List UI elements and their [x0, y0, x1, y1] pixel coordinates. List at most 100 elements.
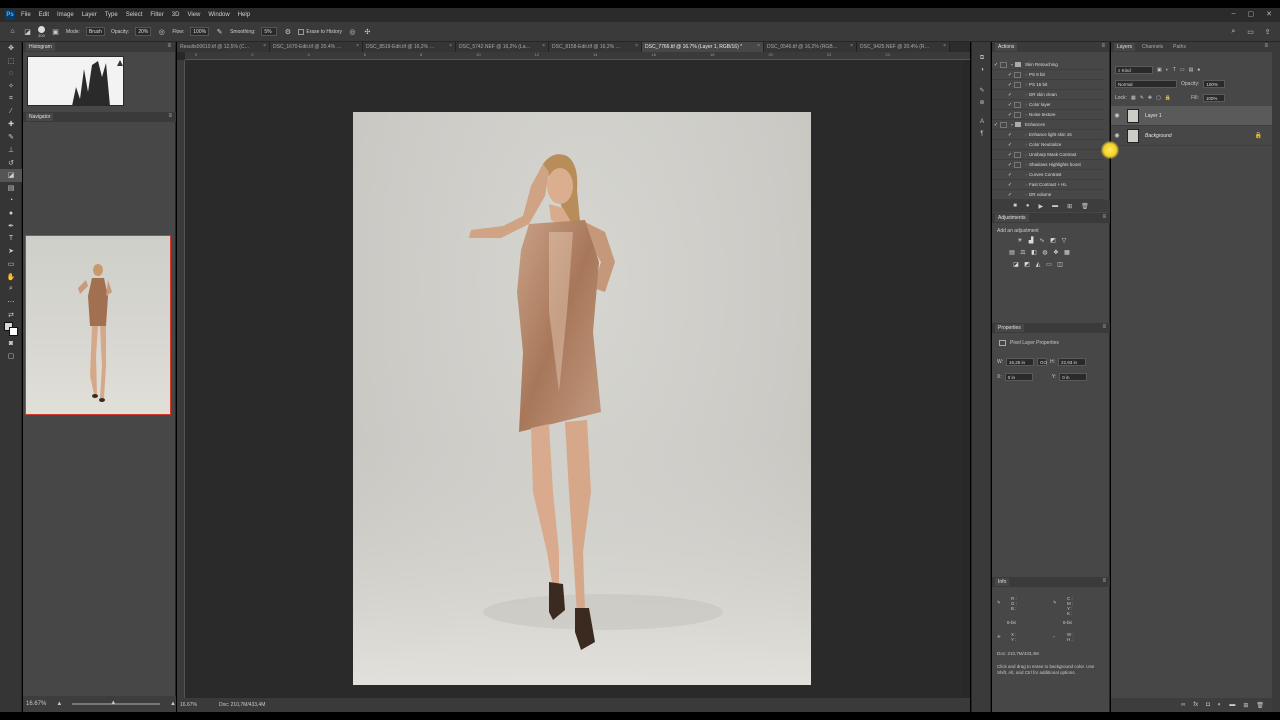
layer-row-background[interactable]: ◉ Background 🔒 [1111, 126, 1272, 146]
action-row[interactable]: ✓ › Fast Contrast + HL [992, 180, 1104, 190]
actions-menu-icon[interactable]: ≡ [1101, 43, 1105, 49]
erase-to-history-checkbox[interactable]: Erase to History [298, 28, 342, 35]
document-tab[interactable]: DSC_0546.tif @ 16,2% (RGB… × [764, 42, 857, 52]
fx-icon[interactable]: fx [1193, 702, 1198, 708]
navigator-zoom-slider[interactable]: ▲ [72, 700, 161, 706]
stop-icon[interactable]: ■ [1013, 203, 1017, 209]
filter-adjustment-icon[interactable]: ◐ [1166, 67, 1169, 73]
lock-position-icon[interactable]: ✥ [1148, 95, 1152, 101]
document-tab[interactable]: DSC_8519-Edit.tif @ 16,2% … × [363, 42, 456, 52]
color-lookup-icon[interactable]: ▦ [1063, 248, 1071, 256]
tab-layers[interactable]: Layers [1114, 43, 1136, 51]
brush-panel-icon[interactable]: ✎ [972, 84, 992, 96]
zoom-out-icon[interactable]: ▲ [56, 701, 62, 707]
minimize-button[interactable]: – [1232, 10, 1236, 18]
action-row[interactable]: ✓ › Color Neutralize [992, 140, 1104, 150]
gradient-tool-icon[interactable]: ▤ [0, 182, 22, 195]
new-layer-icon[interactable]: ⊞ [1243, 702, 1248, 709]
add-mask-icon[interactable]: ◘ [1206, 702, 1210, 708]
document-tab[interactable]: DSC_9425.NEF @ 20.4% (R… × [857, 42, 950, 52]
hand-tool-icon[interactable]: ✋ [0, 270, 22, 283]
info-menu-icon[interactable]: ≡ [1102, 578, 1106, 584]
menu-help[interactable]: Help [238, 12, 250, 18]
action-row[interactable]: ✓ › Color layer [992, 100, 1104, 110]
workspace-icon[interactable]: ▭ [1246, 27, 1255, 36]
layer-name[interactable]: Layer 1 [1145, 113, 1162, 119]
menu-edit[interactable]: Edit [39, 12, 49, 18]
tab-paths[interactable]: Paths [1170, 43, 1189, 51]
zoom-tool-icon[interactable]: ⌕ [0, 283, 22, 296]
action-row[interactable]: ✓ › Shadows Highlights boost [992, 160, 1104, 170]
more-tools-icon[interactable]: ⋯ [0, 296, 22, 309]
brush-settings-icon[interactable]: ▣ [51, 27, 60, 36]
tab-close-icon[interactable]: × [635, 43, 638, 49]
zoom-slider-handle[interactable]: ▲ [110, 700, 116, 706]
action-row[interactable]: ✓ › Unsharp Mask Contrast [992, 150, 1104, 160]
gear-icon[interactable]: ⚙ [283, 27, 292, 36]
tab-histogram[interactable]: Histogram [26, 43, 55, 51]
lock-image-icon[interactable]: ✎ [1140, 95, 1144, 101]
delete-layer-icon[interactable]: 🗑 [1256, 702, 1264, 709]
marquee-tool-icon[interactable]: ⬚ [0, 55, 22, 68]
hue-saturation-icon[interactable]: ▤ [1008, 248, 1016, 256]
lock-artboard-icon[interactable]: ▢ [1156, 95, 1161, 101]
lock-all-icon[interactable]: 🔒 [1165, 95, 1171, 101]
eraser-tool-active-icon[interactable]: ◪ [0, 168, 22, 182]
background-color-swatch[interactable] [9, 327, 18, 337]
menu-select[interactable]: Select [126, 12, 143, 18]
filter-toggle-icon[interactable]: ● [1197, 67, 1200, 73]
fill-field[interactable]: 100% [1202, 94, 1225, 102]
navigator-menu-icon[interactable]: ≡ [168, 113, 172, 119]
history-brush-tool-icon[interactable]: ↺ [0, 156, 22, 169]
tab-adjustments[interactable]: Adjustments [995, 214, 1029, 222]
document-tab[interactable]: DSC_1670-Edit.tif @ 20.4% … × [270, 42, 363, 52]
filter-type-icon[interactable]: T [1173, 67, 1176, 73]
vibrance-icon[interactable]: ▽ [1060, 236, 1068, 244]
document-tab-active[interactable]: DSC_7766.tif @ 16.7% (Layer 1, RGB/16) *… [642, 42, 764, 52]
levels-icon[interactable]: ▟ [1027, 236, 1035, 244]
healing-tool-icon[interactable]: ✚ [0, 118, 22, 131]
action-set-row[interactable]: ✓ ▾ Skin Retouching [992, 60, 1104, 70]
move-tool-icon[interactable]: ✥ [0, 42, 22, 55]
tab-close-icon[interactable]: × [356, 43, 359, 49]
curves-icon[interactable]: ∿ [1038, 236, 1046, 244]
black-white-icon[interactable]: ◧ [1030, 248, 1038, 256]
color-balance-icon[interactable]: ⚖ [1019, 248, 1027, 256]
lasso-tool-icon[interactable]: ◌ [0, 67, 22, 80]
exposure-icon[interactable]: ◩ [1049, 236, 1057, 244]
layer-name[interactable]: Background [1145, 133, 1172, 139]
character-panel-icon[interactable]: A [972, 116, 992, 128]
tab-channels[interactable]: Channels [1139, 43, 1166, 51]
navigator-preview[interactable] [25, 235, 171, 415]
tab-info[interactable]: Info [995, 578, 1010, 586]
tab-close-icon[interactable]: × [263, 43, 266, 49]
document-tab[interactable]: DSC_8158-Edit.tif @ 16,2% … × [549, 42, 642, 52]
quick-mask-icon[interactable]: ◙ [0, 337, 22, 350]
opacity-field[interactable]: 20% [135, 27, 152, 36]
layer-row-layer-1[interactable]: ◉ Layer 1 [1111, 106, 1272, 126]
document-tab[interactable]: DSC_5742.NEF @ 16,2% (La… × [456, 42, 549, 52]
status-doc-size[interactable]: Doc: 210,7M/433,4M [219, 702, 265, 708]
filter-kind-select[interactable]: ⌕ Kind [1115, 66, 1153, 74]
status-zoom[interactable]: 16.67% [180, 702, 197, 708]
clone-source-icon[interactable]: ⊕ [972, 96, 992, 108]
link-layers-icon[interactable]: ∞ [1181, 702, 1185, 708]
menu-view[interactable]: View [187, 12, 200, 18]
airbrush-icon[interactable]: ✎ [215, 27, 224, 36]
menu-file[interactable]: File [21, 12, 31, 18]
new-group-icon[interactable]: ▬ [1229, 702, 1235, 708]
smoothing-field[interactable]: 5% [261, 27, 278, 36]
menu-3d[interactable]: 3D [172, 12, 180, 18]
menu-filter[interactable]: Filter [150, 12, 163, 18]
adjustments-menu-icon[interactable]: ≡ [1102, 214, 1106, 220]
flow-field[interactable]: 100% [190, 27, 210, 36]
new-action-icon[interactable]: ⊞ [1067, 203, 1072, 210]
filter-smart-icon[interactable]: ▤ [1189, 67, 1194, 73]
properties-menu-icon[interactable]: ≡ [1102, 324, 1106, 330]
dodge-tool-icon[interactable]: ● [0, 207, 22, 220]
selective-color-icon[interactable]: ◫ [1056, 260, 1064, 268]
document-image[interactable] [353, 112, 811, 685]
tab-navigator[interactable]: Navigator [26, 113, 54, 121]
new-set-icon[interactable]: ▬ [1052, 203, 1058, 209]
action-row[interactable]: ✓ › Curves Contrast [992, 170, 1104, 180]
